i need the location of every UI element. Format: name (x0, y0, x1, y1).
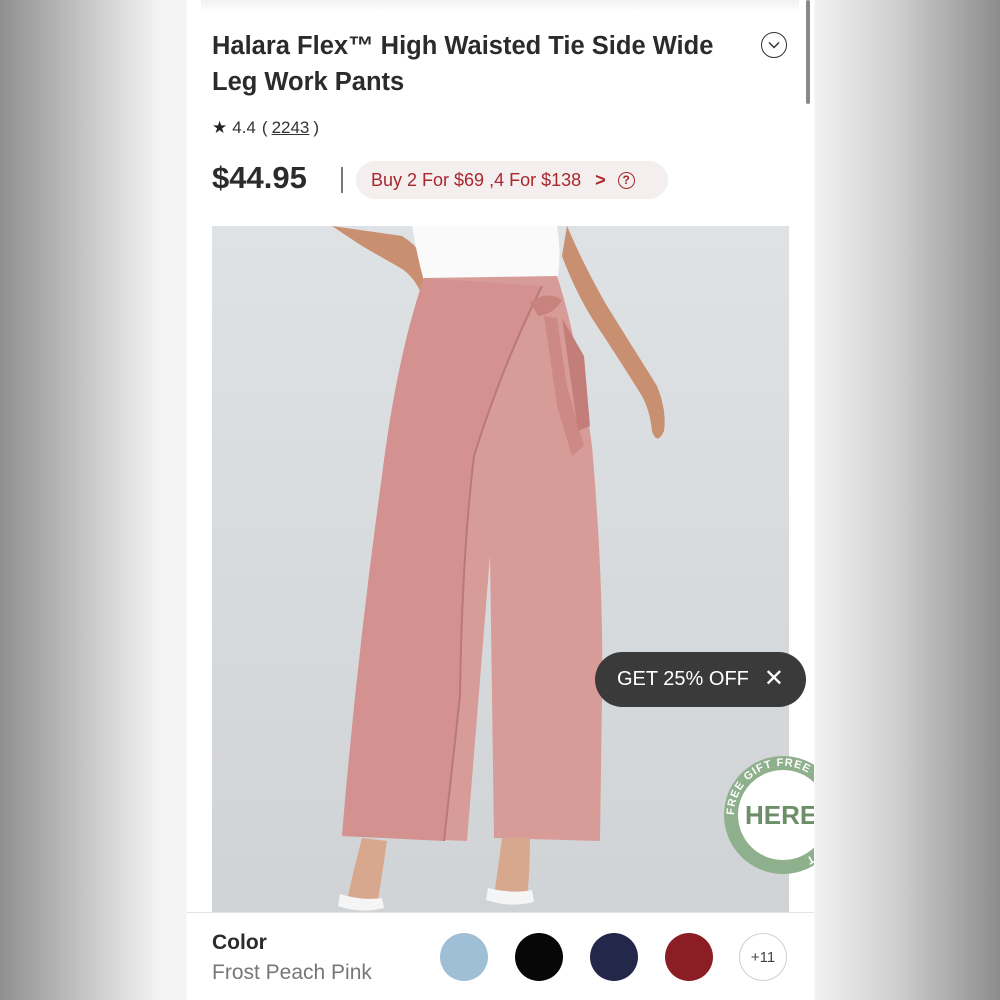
review-count-link[interactable]: 2243 (272, 118, 310, 138)
coupon-text: GET 25% OFF (617, 668, 749, 690)
product-page: Halara Flex™ High Waisted Tie Side Wide … (187, 0, 814, 1000)
color-label: Color (212, 931, 267, 954)
swatch-light-blue[interactable] (440, 933, 488, 981)
pants-illustration (332, 226, 665, 911)
bundle-promo-button[interactable]: Buy 2 For $69 ,4 For $138 > ? (356, 161, 668, 199)
chevron-down-icon (768, 41, 780, 49)
product-image[interactable] (212, 226, 789, 916)
discount-coupon-button[interactable]: GET 25% OFF ✕ (595, 652, 806, 707)
price-divider (341, 167, 343, 193)
close-icon[interactable]: ✕ (764, 666, 784, 692)
selected-color-value: Frost Peach Pink (212, 961, 372, 984)
gift-badge-label: HERE (745, 800, 814, 830)
question-circle-icon[interactable]: ? (617, 171, 635, 189)
product-title: Halara Flex™ High Waisted Tie Side Wide … (212, 32, 714, 96)
rating-row: ★ 4.4 ( 2243 ) (212, 116, 319, 140)
rating-value: 4.4 (232, 118, 256, 137)
color-selector-bar: Color Frost Peach Pink +11 (187, 912, 814, 1000)
swatch-burgundy[interactable] (665, 933, 713, 981)
more-colors-button[interactable]: +11 (739, 933, 787, 981)
promo-text: Buy 2 For $69 ,4 For $138 (371, 169, 582, 190)
rating-paren-open: ( (261, 118, 268, 137)
chevron-right-icon: > (595, 169, 606, 190)
free-gift-badge[interactable]: FREE GIFT FREE GIFT FREE GIFT HERE (724, 756, 814, 874)
scrollbar[interactable] (806, 0, 810, 104)
product-price: $44.95 (212, 160, 307, 195)
expand-details-button[interactable] (761, 32, 787, 58)
swatch-navy[interactable] (590, 933, 638, 981)
star-icon: ★ (212, 118, 228, 137)
swatch-black[interactable] (515, 933, 563, 981)
rating-paren-close: ) (313, 118, 320, 137)
header-shadow (201, 0, 799, 12)
